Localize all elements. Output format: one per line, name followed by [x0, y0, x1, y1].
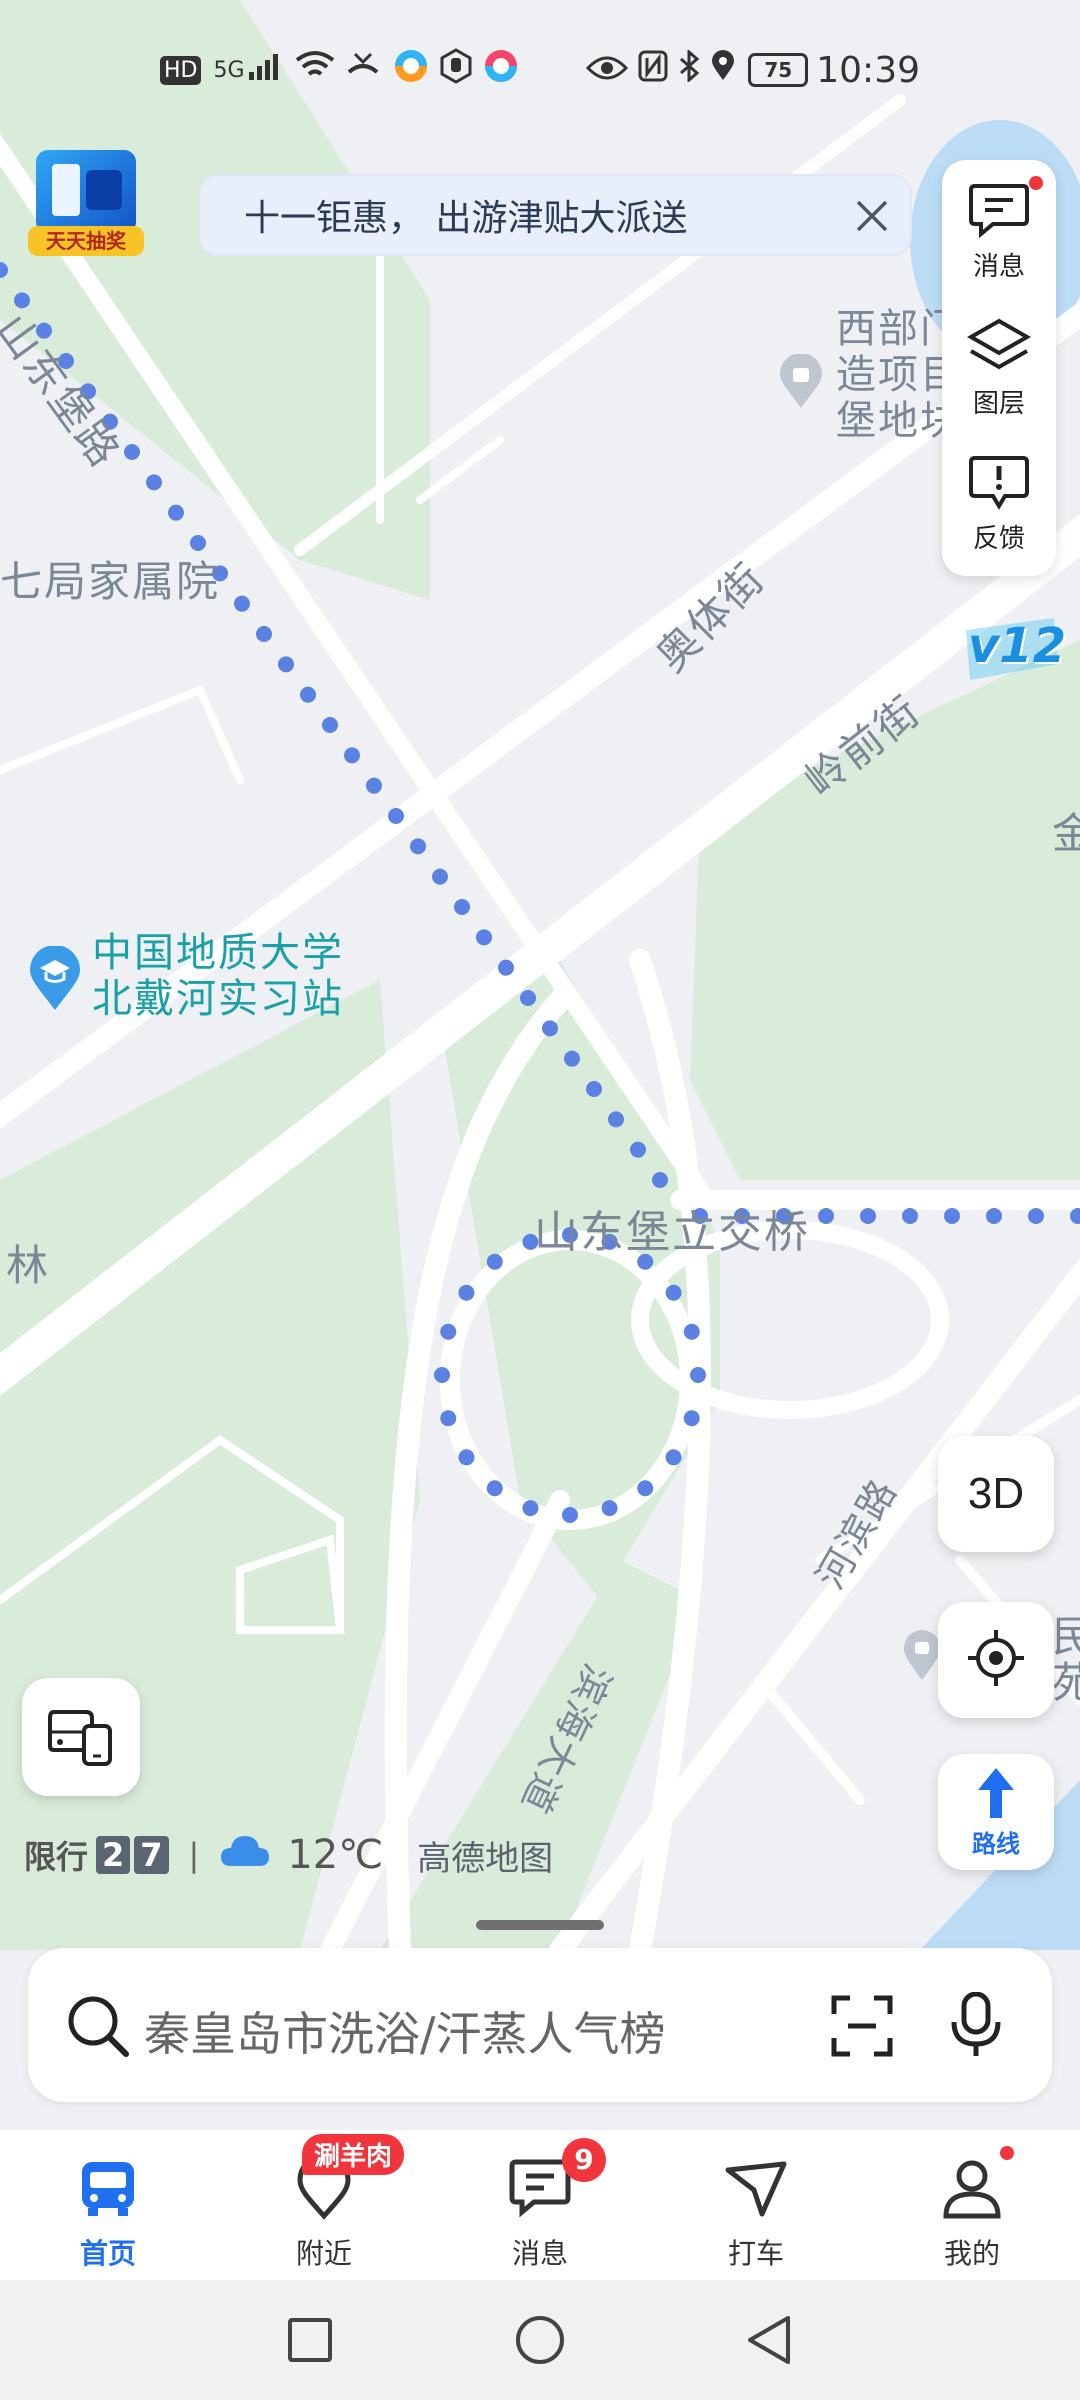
search-icon: [66, 1994, 130, 2062]
nearby-promo-badge: 涮羊肉: [302, 2134, 405, 2175]
map-label-min: 民 苑: [1052, 1612, 1080, 1707]
promo-banner[interactable]: 十一钜惠， 出游津贴大派送: [198, 174, 912, 256]
search-bar[interactable]: 秦皇岛市洗浴/汗蒸人气榜: [28, 1948, 1052, 2102]
messages-count-badge: 9: [562, 2138, 606, 2182]
interchange-label: 山东堡立交桥: [534, 1207, 810, 1258]
home-circle-icon[interactable]: [514, 2314, 566, 2370]
weather-temperature[interactable]: 12℃: [287, 1832, 383, 1878]
close-icon[interactable]: [852, 196, 892, 236]
network-indicator: 5G: [213, 57, 245, 83]
notification-dot: [1000, 2146, 1014, 2160]
nav-taxi-label: 打车: [727, 2237, 784, 2270]
user-icon: [940, 2146, 1014, 2224]
nav-mine-label: 我的: [943, 2237, 1000, 2270]
system-nav-bar: [0, 2280, 1080, 2400]
route-label: 路线: [972, 1829, 1020, 1858]
hand-icon: [439, 47, 473, 93]
drag-handle[interactable]: [476, 1920, 604, 1930]
missed-call-icon: [345, 50, 381, 91]
map-label-lin: 林: [6, 1241, 51, 1290]
nav-taxi[interactable]: 打车: [686, 2130, 826, 2280]
back-triangle-icon[interactable]: [744, 2314, 794, 2370]
bottom-nav: 首页 附近 涮羊肉 消息 9 打车 我的: [0, 2130, 1080, 2280]
signal-icon: [247, 50, 281, 91]
3d-toggle-button[interactable]: 3D: [938, 1436, 1054, 1552]
map-label-jin: 金: [1052, 809, 1080, 858]
3d-toggle-label: 3D: [967, 1469, 1025, 1518]
restriction-digit: 2: [96, 1836, 131, 1874]
vip-v12-label: v12: [968, 618, 1067, 674]
microphone-icon[interactable]: [948, 1991, 1004, 2062]
traffic-restriction-label[interactable]: 限行: [24, 1832, 88, 1878]
poi-family-compound: 七局家属院: [0, 557, 221, 606]
route-arrow-icon: [976, 1766, 1016, 1824]
clock: 10:39: [816, 49, 920, 91]
restriction-digit: 7: [134, 1836, 169, 1874]
nav-nearby-label: 附近: [295, 2237, 352, 2270]
nfc-icon: [638, 50, 668, 91]
nav-home-label: 首页: [79, 2237, 136, 2270]
feedback-icon: [969, 454, 1029, 514]
app-notification-icon-2: [483, 48, 519, 93]
route-button[interactable]: 路线: [938, 1754, 1054, 1870]
cloud-icon: [219, 1834, 271, 1876]
poi-pin-icon-2[interactable]: [902, 1630, 942, 1682]
layers-button[interactable]: 图层: [942, 300, 1056, 436]
bluetooth-icon: [678, 48, 700, 91]
nav-messages[interactable]: 消息 9: [470, 2130, 610, 2280]
info-row: 限行 2 7 | 12℃ 高德地图: [24, 1830, 553, 1880]
map-provider-logo: 高德地图: [417, 1838, 554, 1879]
locate-button[interactable]: [938, 1602, 1054, 1718]
wifi-icon: [295, 50, 335, 91]
nav-home[interactable]: 首页: [38, 2130, 178, 2280]
poi-university-label[interactable]: 中国地质大学 北戴河实习站: [92, 930, 344, 1022]
feedback-label: 反馈: [972, 523, 1025, 554]
battery-indicator: 75: [748, 53, 809, 87]
info-separator: |: [188, 1836, 200, 1874]
lottery-badge[interactable]: 天天抽奖: [28, 150, 144, 260]
transit-mode-button[interactable]: [22, 1678, 140, 1796]
lottery-label: 天天抽奖: [28, 226, 144, 256]
map-tools-panel: 消息 图层 反馈: [942, 160, 1056, 576]
status-bar: HD 5G 75 10:39: [160, 40, 920, 100]
message-icon: [969, 175, 1043, 242]
layers-icon: [966, 317, 1032, 379]
gift-box-icon: [36, 150, 136, 234]
messages-label: 消息: [972, 251, 1025, 282]
notification-dot: [1029, 175, 1043, 190]
app-notification-icon: [393, 48, 429, 93]
layers-label: 图层: [972, 388, 1025, 419]
university-pin-icon[interactable]: [28, 945, 82, 1012]
eye-icon: [586, 50, 629, 91]
locate-crosshair-icon: [966, 1628, 1026, 1692]
recents-square-icon[interactable]: [286, 2316, 334, 2368]
messages-button[interactable]: 消息: [942, 164, 1056, 300]
scan-icon[interactable]: [830, 1994, 894, 2062]
vip-v12-badge[interactable]: v12: [958, 610, 1066, 690]
bus-phone-icon: [46, 1704, 116, 1770]
bus-icon: [76, 2156, 140, 2224]
feedback-button[interactable]: 反馈: [942, 436, 1056, 572]
search-input[interactable]: 秦皇岛市洗浴/汗蒸人气榜: [144, 1998, 666, 2064]
poi-pin-icon[interactable]: [778, 353, 824, 410]
hd-indicator: HD: [160, 55, 202, 85]
nav-mine[interactable]: 我的: [902, 2130, 1042, 2280]
taxi-icon: [724, 2156, 788, 2224]
location-icon: [710, 49, 736, 91]
nav-messages-label: 消息: [511, 2237, 568, 2270]
promo-banner-text: 十一钜惠， 出游津贴大派送: [244, 198, 688, 239]
nav-nearby[interactable]: 附近 涮羊肉: [254, 2130, 405, 2280]
